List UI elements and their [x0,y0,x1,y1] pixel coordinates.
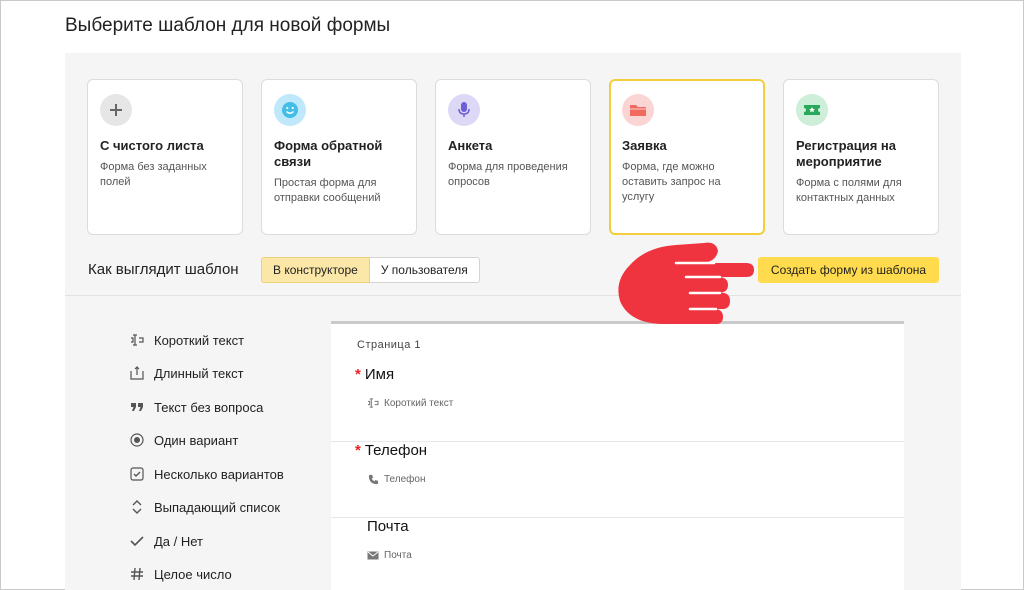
template-card-survey[interactable]: Анкета Форма для проведения опросов [435,79,591,235]
field-type-dropdown[interactable]: Выпадающий список [129,497,280,517]
plus-icon [100,94,132,126]
required-marker: * [355,442,361,459]
question-type-label: Телефон [384,473,426,485]
hash-icon [129,566,145,582]
microphone-icon [448,94,480,126]
template-title: Анкета [448,138,493,153]
field-type-label: Выпадающий список [154,499,281,515]
question-name[interactable]: * Имя Короткий текст [331,366,904,442]
dropdown-icon [129,499,145,515]
field-type-label: Да / Нет [154,533,204,549]
field-type-single-choice[interactable]: Один вариант [129,430,238,450]
template-card-blank[interactable]: С чистого листа Форма без заданных полей [87,79,243,235]
template-card-registration[interactable]: Регистрация на мероприятие Форма с полям… [783,79,939,235]
field-type-label: Целое число [154,566,232,582]
tab-user-view[interactable]: У пользователя [369,257,480,283]
field-type-label: Один вариант [154,432,239,448]
question-title-text: Почта [367,518,409,535]
field-type-long-text[interactable]: Длинный текст [129,363,244,383]
field-type-label: Несколько вариантов [154,466,284,482]
question-title: * Имя [355,366,394,383]
page-title: Выберите шаблон для новой формы [65,15,391,36]
mail-icon [367,549,379,561]
ticket-icon [796,94,828,126]
phone-icon [367,473,379,485]
template-title: Форма обратной связи [274,138,383,169]
template-card-request[interactable]: Заявка Форма, где можно оставить запрос … [609,79,765,235]
radio-icon [129,432,145,448]
form-preview: Страница 1 * Имя Короткий текст * Телефо… [331,321,904,590]
template-desc: Простая форма для отправки сообщений [274,177,381,204]
preview-label: Как выглядит шаблон [88,261,239,278]
question-type-label: Короткий текст [384,397,454,409]
question-title: Почта [367,518,409,535]
question-title-text: Имя [364,366,395,383]
template-card-feedback[interactable]: Форма обратной связи Простая форма для о… [261,79,417,235]
template-title: Заявка [622,138,667,153]
template-title: Регистрация на мероприятие [796,138,897,169]
template-desc: Форма с полями для контактных данных [796,177,902,204]
folder-icon [622,94,654,126]
field-type-multi-choice[interactable]: Несколько вариантов [129,464,284,484]
question-type: Короткий текст [367,397,453,409]
preview-mode-switch: В конструкторе У пользователя [261,257,480,283]
template-desc: Форма для проведения опросов [448,161,568,188]
tab-constructor[interactable]: В конструкторе [261,257,370,283]
create-from-template-button[interactable]: Создать форму из шаблона [758,257,939,283]
field-type-label: Текст без вопроса [154,399,264,415]
question-title: * Телефон [355,442,427,459]
divider [65,295,961,296]
field-type-text-no-question[interactable]: Текст без вопроса [129,397,263,417]
page-label: Страница 1 [357,339,422,351]
field-type-yes-no[interactable]: Да / Нет [129,531,203,551]
check-icon [129,533,145,549]
required-marker: * [355,366,361,383]
pointing-hand-icon [618,242,754,325]
long-text-icon [129,365,145,381]
question-type-label: Почта [384,549,412,561]
quote-icon [129,399,145,415]
template-desc: Форма без заданных полей [100,161,207,188]
checkbox-icon [129,466,145,482]
question-email[interactable]: Почта Почта [331,518,904,590]
question-type: Почта [367,549,412,561]
template-title: С чистого листа [100,138,204,153]
short-text-icon [129,332,145,348]
short-text-icon [367,397,379,409]
smile-icon [274,94,306,126]
question-phone[interactable]: * Телефон Телефон [331,442,904,518]
template-desc: Форма, где можно оставить запрос на услу… [622,161,721,203]
question-type: Телефон [367,473,425,485]
field-type-label: Короткий текст [154,332,245,348]
template-panel: С чистого листа Форма без заданных полей… [65,53,961,590]
field-type-label: Длинный текст [154,365,244,381]
field-type-short-text[interactable]: Короткий текст [129,330,244,350]
question-title-text: Телефон [364,442,428,459]
field-type-integer[interactable]: Целое число [129,564,232,584]
